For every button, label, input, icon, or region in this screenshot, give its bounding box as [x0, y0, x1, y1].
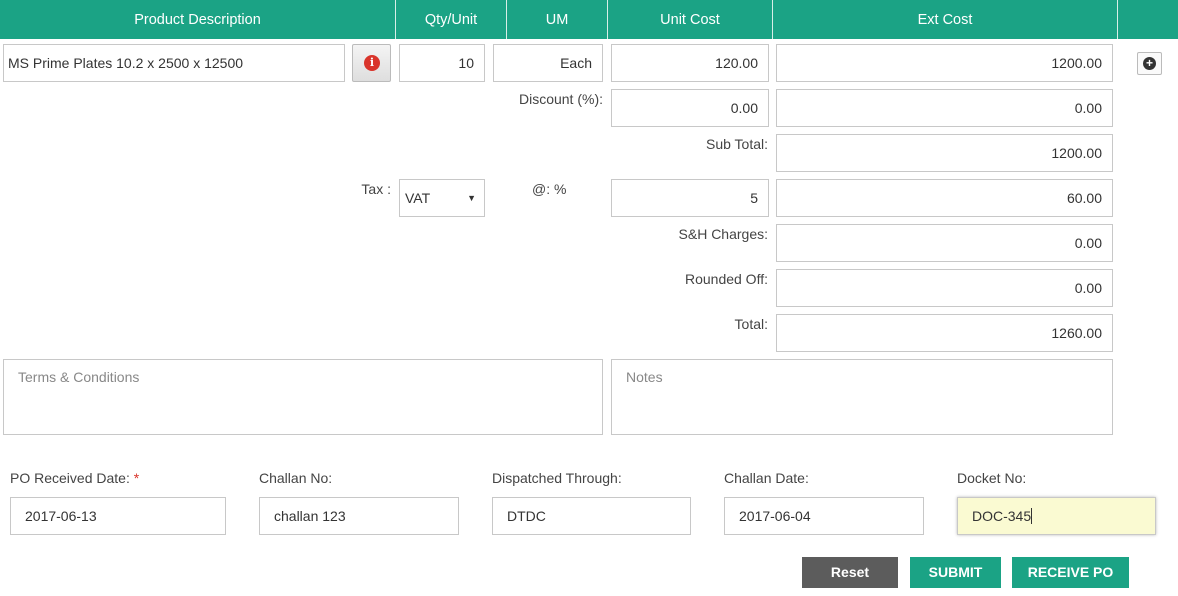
- challan-date-label: Challan Date:: [724, 470, 809, 486]
- sh-charges-field[interactable]: 0.00: [776, 224, 1113, 262]
- qty-field[interactable]: 10: [399, 44, 485, 82]
- sh-charges-label: S&H Charges:: [678, 226, 768, 242]
- info-circle-icon: i: [364, 55, 380, 71]
- challan-no-label: Challan No:: [259, 470, 333, 486]
- header-qty-unit: Qty/Unit: [396, 0, 507, 39]
- tax-label: Tax :: [361, 181, 391, 197]
- total-field[interactable]: 1260.00: [776, 314, 1113, 352]
- dispatched-through-field[interactable]: DTDC: [492, 497, 691, 535]
- add-line-button[interactable]: +: [1137, 52, 1162, 75]
- header-um: UM: [507, 0, 608, 39]
- docket-no-field[interactable]: DOC-345: [957, 497, 1156, 535]
- sub-total-label: Sub Total:: [705, 136, 768, 152]
- submit-button[interactable]: SUBMIT: [910, 557, 1001, 588]
- rounded-off-field[interactable]: 0.00: [776, 269, 1113, 307]
- header-ext-cost: Ext Cost: [773, 0, 1118, 39]
- discount-percent-field[interactable]: 0.00: [611, 89, 769, 127]
- receive-po-button[interactable]: RECEIVE PO: [1012, 557, 1129, 588]
- tax-rate-field[interactable]: 5: [611, 179, 769, 217]
- text-cursor: [1031, 508, 1033, 524]
- challan-date-field[interactable]: 2017-06-04: [724, 497, 924, 535]
- caret-down-icon: ▼: [467, 193, 476, 203]
- discount-amount-field[interactable]: 0.00: [776, 89, 1113, 127]
- tax-type-select[interactable]: VAT ▼: [399, 179, 485, 217]
- reset-button[interactable]: Reset: [802, 557, 898, 588]
- rounded-off-label: Rounded Off:: [684, 271, 768, 287]
- um-field[interactable]: Each: [493, 44, 603, 82]
- product-description-field[interactable]: MS Prime Plates 10.2 x 2500 x 12500: [3, 44, 345, 82]
- header-unit-cost: Unit Cost: [608, 0, 773, 39]
- table-header: Product Description Qty/Unit UM Unit Cos…: [0, 0, 1178, 39]
- docket-no-value: DOC-345: [972, 508, 1032, 524]
- unit-cost-field[interactable]: 120.00: [611, 44, 769, 82]
- dispatched-through-label: Dispatched Through:: [492, 470, 622, 486]
- ext-cost-field[interactable]: 1200.00: [776, 44, 1113, 82]
- sub-total-field[interactable]: 1200.00: [776, 134, 1113, 172]
- terms-conditions-textarea[interactable]: Terms & Conditions: [3, 359, 603, 435]
- po-received-date-label: PO Received Date: *: [10, 470, 140, 486]
- challan-no-field[interactable]: challan 123: [259, 497, 459, 535]
- docket-no-label: Docket No:: [957, 470, 1027, 486]
- header-product-description: Product Description: [0, 0, 396, 39]
- notes-textarea[interactable]: Notes: [611, 359, 1113, 435]
- required-marker: *: [133, 470, 140, 486]
- product-info-button[interactable]: i: [352, 44, 391, 82]
- tax-amount-field[interactable]: 60.00: [776, 179, 1113, 217]
- tax-type-value: VAT: [405, 190, 431, 206]
- total-label: Total:: [734, 316, 768, 332]
- plus-circle-icon: +: [1143, 57, 1156, 70]
- discount-label: Discount (%):: [518, 91, 603, 107]
- tax-rate-label: @: %: [532, 181, 567, 197]
- po-received-date-field[interactable]: 2017-06-13: [10, 497, 226, 535]
